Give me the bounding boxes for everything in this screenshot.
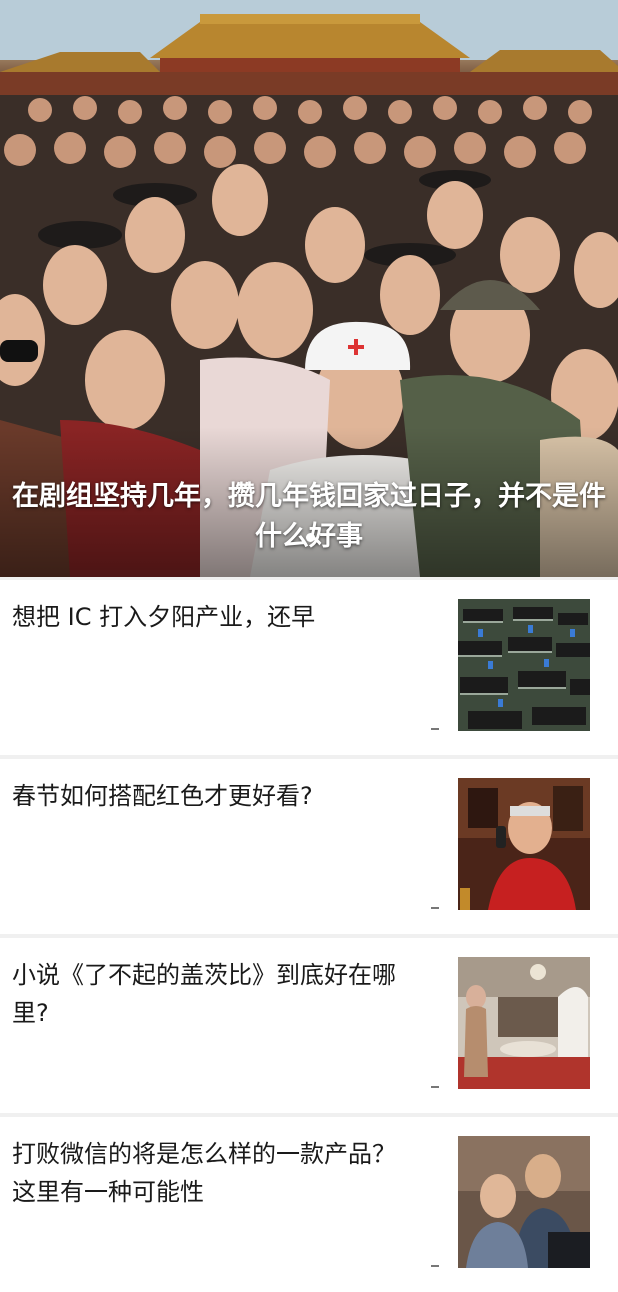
article-title[interactable]: 想把 IC 打入夕阳产业，还早 xyxy=(12,598,417,636)
hero-banner[interactable]: 在剧组坚持几年，攒几年钱回家过日子，并不是件什么好事 xyxy=(0,0,618,577)
article-thumbnail[interactable] xyxy=(458,599,590,731)
article-meta-dash xyxy=(431,907,439,909)
article-card[interactable]: 小说《了不起的盖茨比》到底好在哪里? xyxy=(0,938,618,1113)
hero-pager xyxy=(306,533,315,542)
article-thumbnail[interactable] xyxy=(458,1136,590,1268)
article-meta-dash xyxy=(431,728,439,730)
zhihu-daily-feed: 在剧组坚持几年，攒几年钱回家过日子，并不是件什么好事 想把 IC 打入夕阳产业，… xyxy=(0,0,618,1292)
article-meta-dash xyxy=(431,1086,439,1088)
article-thumbnail[interactable] xyxy=(458,778,590,910)
hero-pager-dot-active[interactable] xyxy=(306,533,315,542)
article-card[interactable]: 打败微信的将是怎么样的一款产品？这里有一种可能性 xyxy=(0,1117,618,1292)
article-meta-dash xyxy=(431,1265,439,1267)
article-card[interactable]: 想把 IC 打入夕阳产业，还早 xyxy=(0,580,618,755)
article-thumbnail[interactable] xyxy=(458,957,590,1089)
article-card[interactable]: 春节如何搭配红色才更好看? xyxy=(0,759,618,934)
article-title[interactable]: 打败微信的将是怎么样的一款产品？这里有一种可能性 xyxy=(12,1135,417,1211)
article-title[interactable]: 春节如何搭配红色才更好看? xyxy=(12,777,417,815)
hero-title[interactable]: 在剧组坚持几年，攒几年钱回家过日子，并不是件什么好事 xyxy=(0,477,618,557)
article-title[interactable]: 小说《了不起的盖茨比》到底好在哪里? xyxy=(12,956,417,1032)
